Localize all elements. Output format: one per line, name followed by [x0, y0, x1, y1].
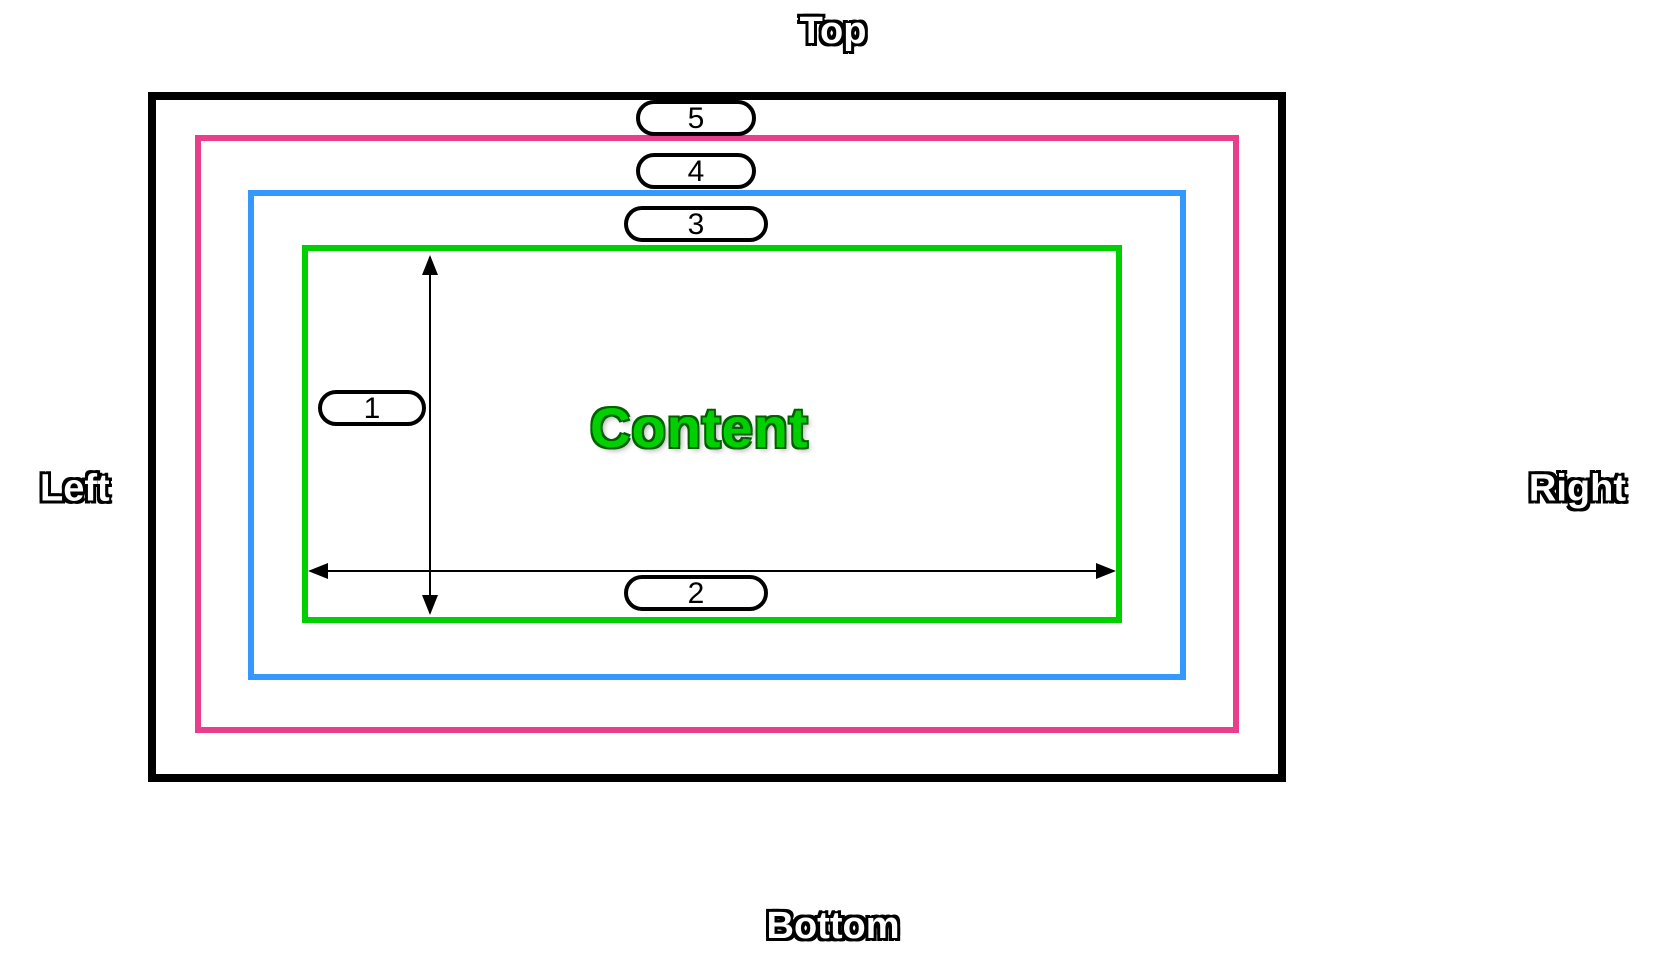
callout-3: 3: [624, 206, 768, 242]
callout-4: 4: [636, 153, 756, 189]
top-label: Top: [800, 10, 867, 53]
callout-5: 5: [636, 100, 756, 136]
left-label: Left: [40, 468, 110, 511]
bottom-label: Bottom: [767, 905, 900, 948]
callout-1: 1: [318, 390, 426, 426]
dimension-arrows: [302, 245, 1122, 623]
callout-2: 2: [624, 575, 768, 611]
right-label: Right: [1529, 468, 1626, 511]
